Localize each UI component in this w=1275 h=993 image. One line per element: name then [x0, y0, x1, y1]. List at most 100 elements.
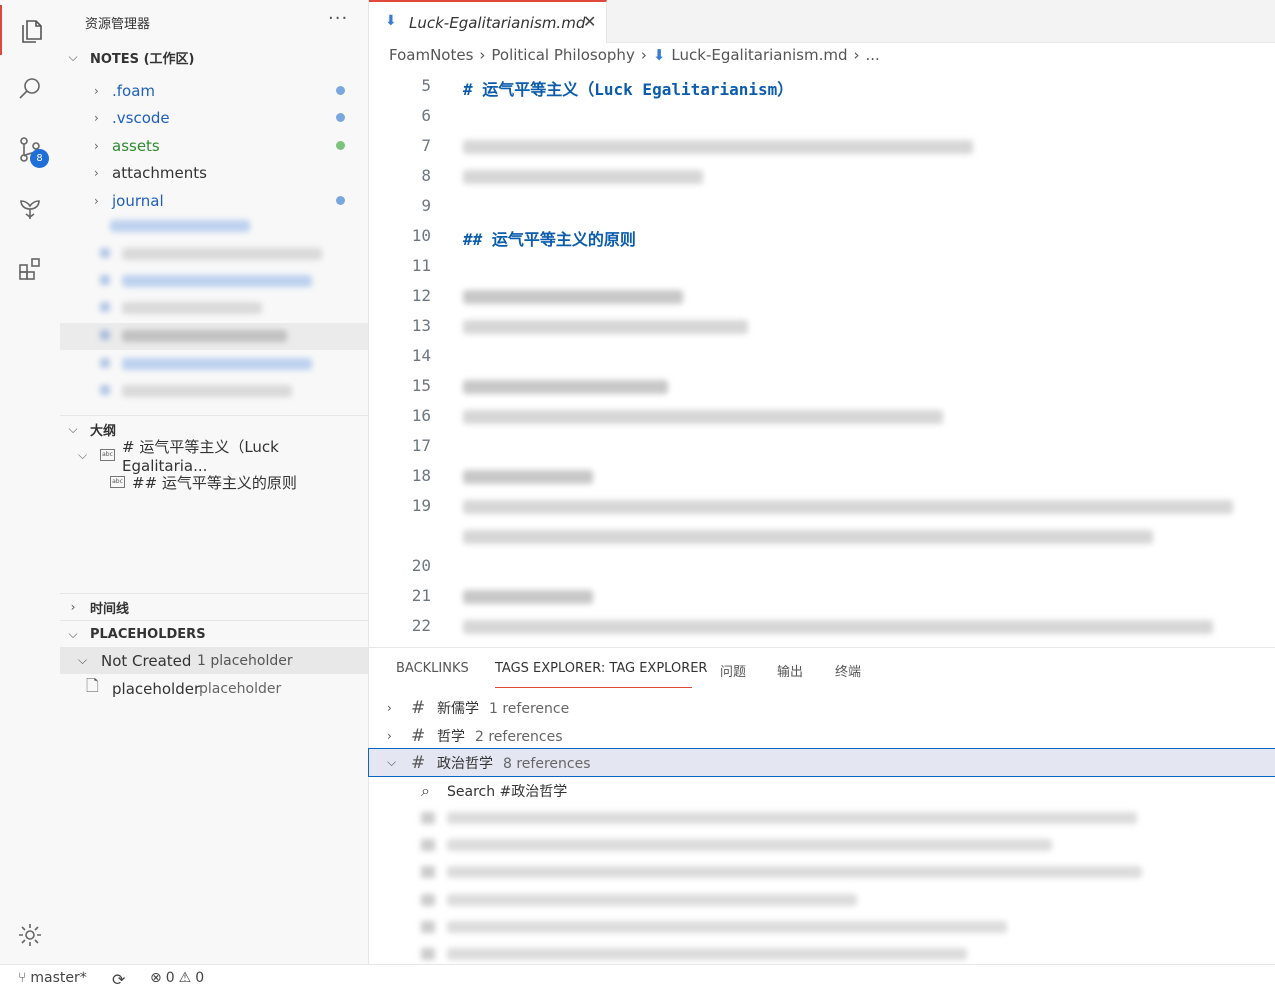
breadcrumb: FoamNotes › Political Philosophy › ⬇ Luc… — [389, 46, 880, 64]
git-branch-icon: ⑂ — [18, 970, 27, 986]
source-control-badge: 8 — [30, 149, 49, 168]
blurred-paragraph — [463, 288, 783, 338]
error-count: 0 — [165, 970, 175, 986]
tab-tags-explorer[interactable]: TAGS EXPLORER: TAG EXPLORER — [495, 661, 707, 676]
tree-item-journal[interactable]: › journal — [60, 187, 368, 214]
breadcrumb-item[interactable]: FoamNotes — [389, 46, 473, 64]
sync-icon[interactable]: ⟳ — [112, 970, 125, 989]
tree-item-label: journal — [112, 191, 164, 210]
chevron-down-icon: ⌵ — [68, 49, 78, 64]
tag-icon: # — [411, 752, 426, 773]
line-number: 16 — [411, 406, 431, 425]
foam-graph-icon[interactable] — [0, 184, 60, 234]
files-icon[interactable] — [0, 5, 62, 55]
tree-item-label: .vscode — [112, 108, 170, 127]
tree-item-assets[interactable]: › assets — [60, 132, 368, 159]
breadcrumb-item[interactable]: Political Philosophy — [491, 46, 634, 64]
code-line: # 运气平等主义（Luck Egalitarianism） — [463, 80, 794, 99]
tag-search-row[interactable]: ⌕ Search #政治哲学 — [369, 777, 1275, 804]
tag-row[interactable]: › # 新儒学 1 reference — [369, 694, 1275, 721]
more-actions-icon[interactable]: ··· — [328, 8, 348, 29]
tag-count: 2 references — [475, 728, 563, 745]
placeholders-section-label: PLACEHOLDERS — [90, 626, 206, 642]
chevron-down-icon: ⌵ — [68, 626, 78, 641]
status-dot — [336, 113, 345, 122]
line-number: 18 — [411, 466, 431, 485]
line-number: 22 — [411, 616, 431, 635]
tag-name: 新儒学 — [437, 700, 479, 717]
settings-gear-icon[interactable] — [0, 910, 60, 960]
outline-item-h1[interactable]: ⌵ abc # 运气平等主义（Luck Egalitaria... — [60, 438, 368, 475]
status-dot — [336, 141, 345, 150]
markdown-file-icon: ⬇ — [385, 13, 397, 29]
line-number: 8 — [421, 166, 431, 185]
tag-row[interactable]: › # 哲学 2 references — [369, 722, 1275, 749]
close-icon[interactable]: ✕ — [583, 12, 596, 31]
not-created-group[interactable]: ⌵ Not Created 1 placeholder — [60, 647, 368, 674]
tag-count: 8 references — [503, 755, 591, 772]
source-control-icon[interactable]: 8 — [0, 124, 60, 174]
notes-section-header[interactable]: ⌵ NOTES (工作区) — [60, 44, 368, 70]
activity-bar: 8 — [0, 0, 61, 964]
chevron-right-icon: › — [94, 110, 99, 125]
line-number: 10 — [411, 226, 431, 245]
line-number: 12 — [411, 286, 431, 305]
tag-icon: # — [411, 697, 426, 718]
search-icon: ⌕ — [421, 780, 430, 800]
line-number: 21 — [411, 586, 431, 605]
tab-label: Luck-Egalitarianism.md — [409, 14, 586, 32]
placeholder-item-desc: placeholder — [199, 680, 282, 697]
editor-tab-bar: ⬇ Luck-Egalitarianism.md ✕ — [369, 0, 1275, 43]
tab-output[interactable]: 输出 — [777, 661, 803, 680]
extensions-icon[interactable] — [0, 244, 60, 294]
line-number: 14 — [411, 346, 431, 365]
chevron-right-icon: › — [94, 193, 99, 208]
placeholder-item-label: placeholder — [112, 679, 201, 698]
tree-item-attachments[interactable]: › attachments — [60, 159, 368, 186]
chevron-down-icon: ⌵ — [78, 653, 88, 667]
editor-area[interactable]: 5 # 运气平等主义（Luck Egalitarianism） 6 7 8 9 10 ## 运… — [369, 72, 1275, 647]
timeline-section-header[interactable]: › 时间线 — [60, 593, 368, 620]
chevron-down-icon: ⌵ — [68, 421, 78, 436]
status-dot — [336, 196, 345, 205]
tree-item-label: .foam — [112, 81, 156, 100]
code-line: ## 运气平等主义的原则 — [463, 230, 636, 249]
bottom-panel: BACKLINKS TAGS EXPLORER: TAG EXPLORER 问题… — [368, 647, 1275, 965]
problems-indicator[interactable]: ⊗ 0 ⚠ 0 — [150, 970, 204, 986]
chevron-right-icon: › — [640, 46, 647, 64]
notes-section-label: NOTES (工作区) — [90, 51, 195, 67]
placeholder-item[interactable]: 🗋 placeholder placeholder — [60, 675, 368, 702]
line-number: 7 — [421, 136, 431, 155]
search-icon[interactable] — [0, 64, 60, 114]
tag-icon: # — [411, 725, 426, 746]
tab-problems[interactable]: 问题 — [720, 661, 746, 680]
branch-indicator[interactable]: ⑂ master* — [18, 970, 87, 986]
line-number: 5 — [421, 76, 431, 95]
outline-item-h2[interactable]: abc ## 运气平等主义的原则 — [60, 469, 368, 496]
tree-item-foam[interactable]: › .foam — [60, 77, 368, 104]
blurred-paragraph — [463, 378, 983, 428]
line-number: 9 — [421, 196, 431, 215]
tag-row-selected[interactable]: ⌵ # 政治哲学 8 references — [368, 748, 1275, 777]
tree-item-selected-highlight — [60, 323, 368, 350]
chevron-right-icon: › — [70, 600, 76, 614]
status-bar: ⑂ master* ⟳ ⊗ 0 ⚠ 0 — [0, 964, 1275, 993]
tag-search-label: Search #政治哲学 — [447, 783, 568, 800]
active-tab-indicator — [495, 687, 692, 688]
not-created-count: 1 placeholder — [197, 652, 293, 669]
tree-item-vscode[interactable]: › .vscode — [60, 104, 368, 131]
chevron-down-icon: ⌵ — [387, 755, 397, 769]
breadcrumb-item[interactable]: Luck-Egalitarianism.md — [671, 46, 847, 64]
warning-count: 0 — [195, 970, 205, 986]
placeholders-section-header[interactable]: ⌵ PLACEHOLDERS — [60, 620, 368, 647]
tab-backlinks[interactable]: BACKLINKS — [396, 661, 469, 676]
breadcrumb-item[interactable]: ... — [865, 46, 879, 64]
chevron-down-icon: ⌵ — [78, 448, 88, 462]
outline-section-label: 大纲 — [90, 423, 117, 439]
tab-luck-egalitarianism[interactable]: ⬇ Luck-Egalitarianism.md ✕ — [369, 0, 607, 43]
tag-count: 1 reference — [489, 700, 570, 717]
line-number: 20 — [411, 556, 431, 575]
blurred-paragraph — [463, 588, 1253, 647]
chevron-right-icon: › — [387, 700, 392, 715]
tab-terminal[interactable]: 终端 — [835, 661, 861, 680]
